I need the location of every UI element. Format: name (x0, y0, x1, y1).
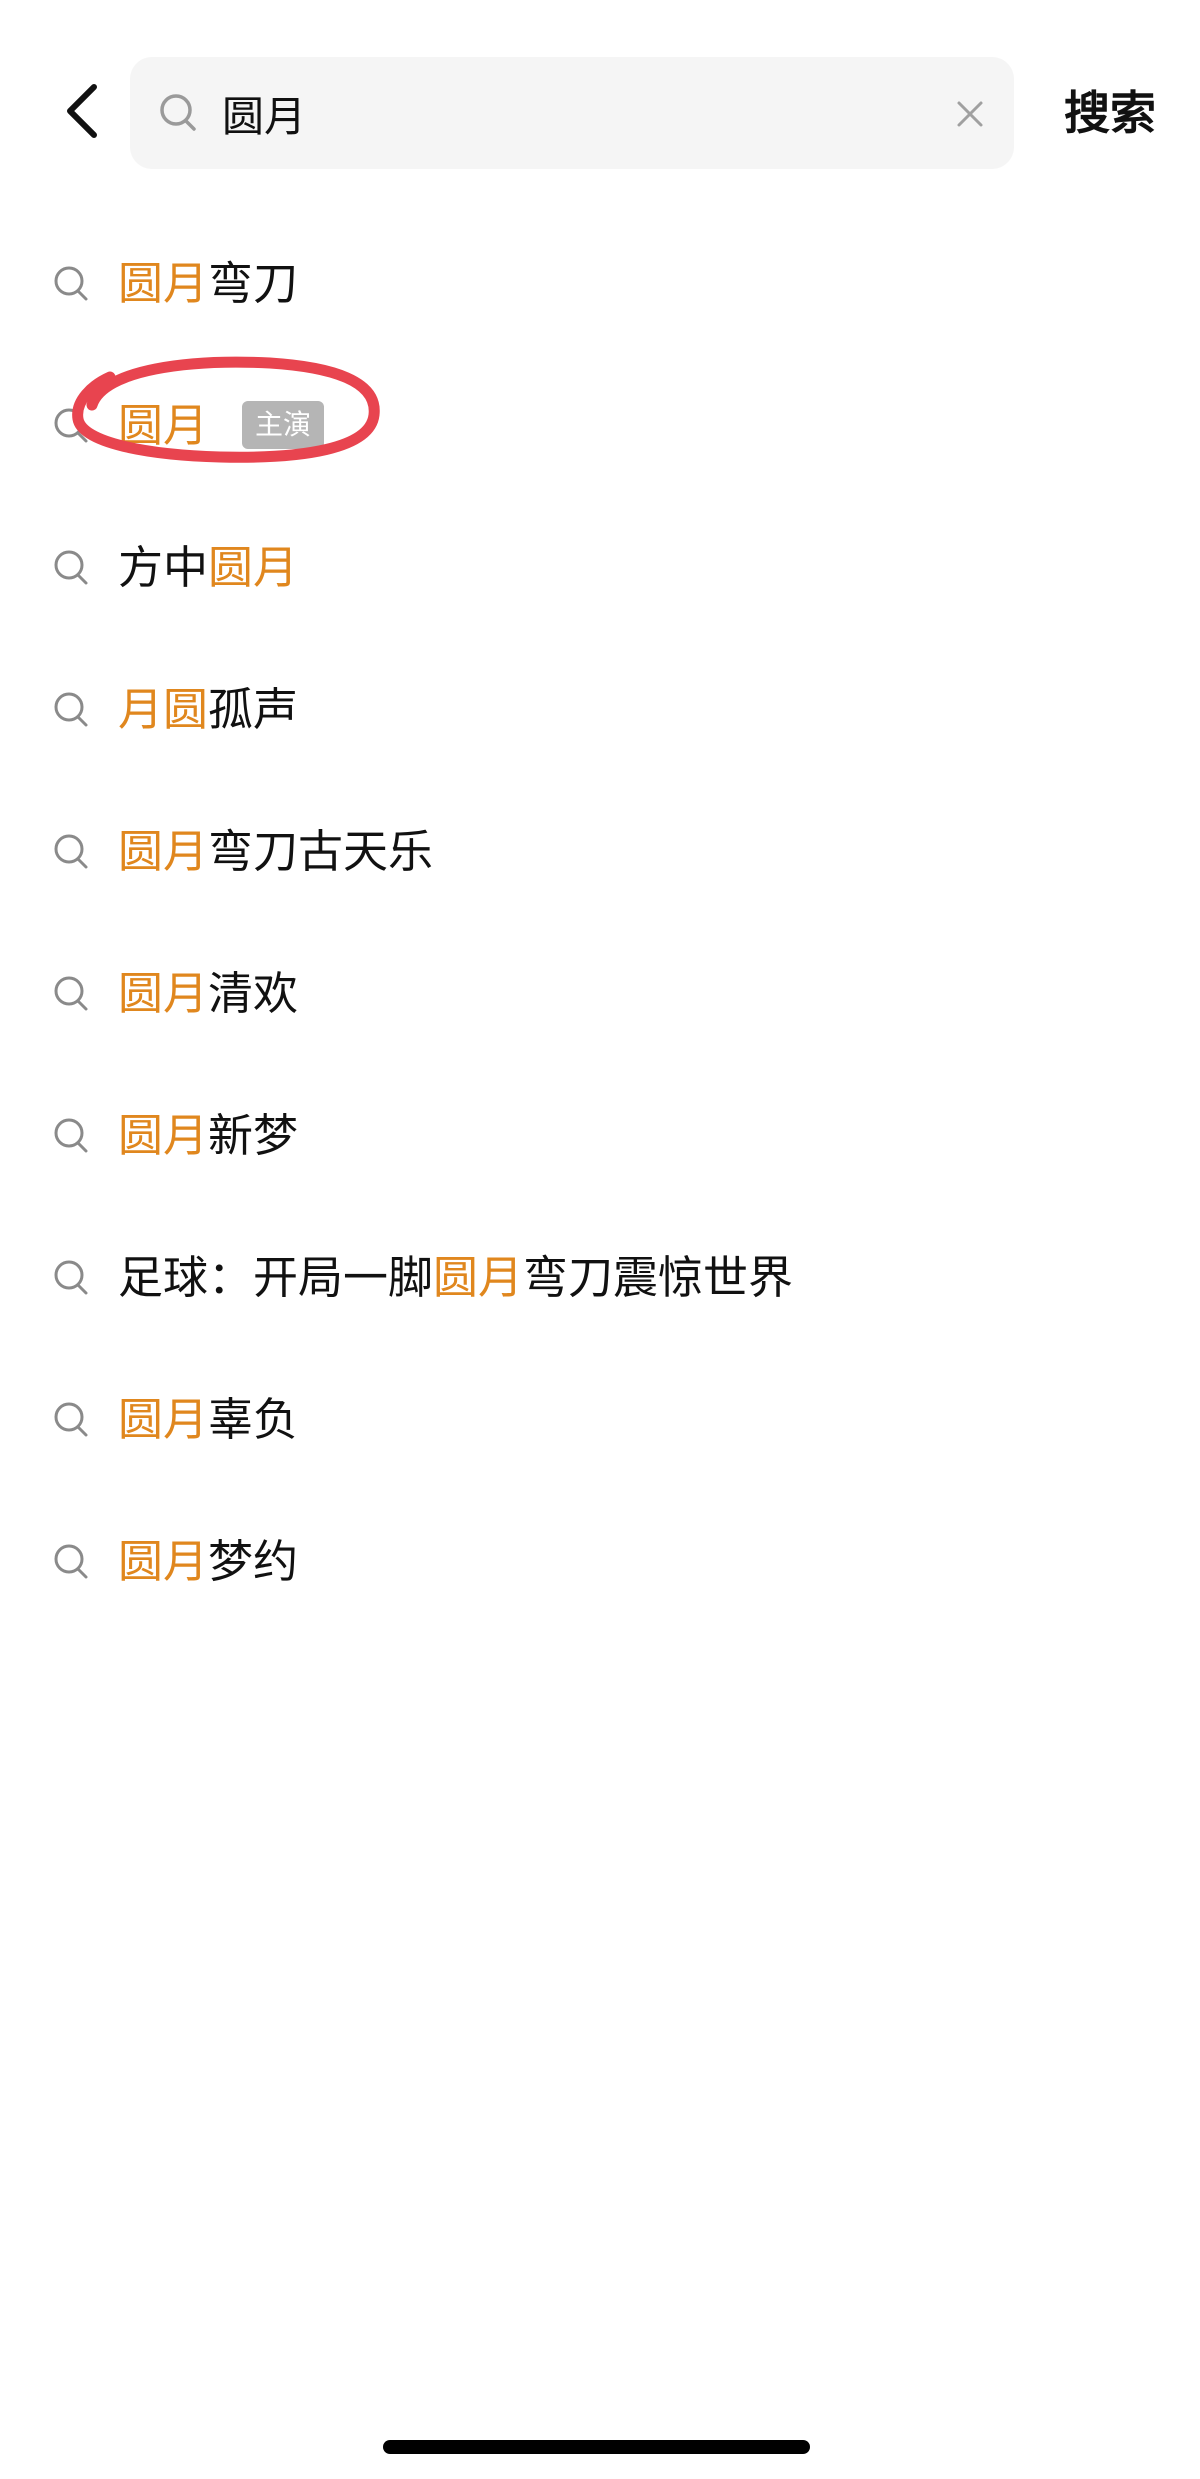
role-tag-badge: 主演 (242, 401, 325, 449)
suggestion-item[interactable]: 足球：开局一脚圆月弯刀震惊世界 (0, 1207, 1200, 1349)
search-icon (54, 266, 88, 301)
search-icon (54, 834, 88, 869)
suggestion-label: 方中圆月 (118, 497, 298, 639)
suggestion-label: 圆月弯刀 (118, 213, 298, 355)
suggestion-label: 圆月梦约 (118, 1491, 298, 1633)
highlighted-match: 月圆 (118, 683, 209, 736)
suggestion-text: 足球：开局一脚 (118, 1251, 434, 1304)
highlighted-match: 圆月 (118, 825, 209, 878)
highlighted-match: 圆月 (433, 1251, 524, 1304)
suggestion-label: 圆月清欢 (118, 923, 298, 1065)
suggestion-text: 梦约 (208, 1535, 299, 1588)
search-icon (54, 1544, 88, 1579)
suggestion-label: 圆月 主演 (118, 355, 325, 497)
highlighted-match: 圆月 (118, 1393, 209, 1446)
search-icon (54, 1260, 88, 1295)
suggestion-item[interactable]: 圆月弯刀古天乐 (0, 781, 1200, 923)
suggestion-item[interactable]: 方中圆月 (0, 497, 1200, 639)
suggestion-label: 圆月弯刀古天乐 (118, 781, 433, 923)
highlighted-match: 圆月 (208, 541, 299, 594)
suggestion-item[interactable]: 圆月梦约 (0, 1491, 1200, 1633)
search-icon (160, 94, 196, 131)
suggestion-label: 月圆孤声 (118, 639, 298, 781)
home-indicator (383, 2440, 810, 2454)
search-icon (54, 1118, 88, 1153)
suggestion-label: 圆月辜负 (118, 1349, 298, 1491)
suggestion-text: 弯刀古天乐 (208, 825, 434, 878)
suggestion-item[interactable]: 圆月清欢 (0, 923, 1200, 1065)
highlighted-match: 圆月 (118, 967, 209, 1020)
suggestion-text: 新梦 (208, 1109, 299, 1162)
search-icon (54, 976, 88, 1011)
highlighted-match: 圆月 (118, 257, 209, 310)
highlighted-match: 圆月 (118, 399, 209, 452)
search-icon (54, 692, 88, 727)
search-icon (54, 550, 88, 585)
suggestion-list: 圆月弯刀 圆月 主演 方中圆月 月圆孤声 圆月弯刀古天乐 圆月清欢 圆月新梦 足球：开局一脚圆月… (0, 213, 1200, 1633)
search-box[interactable] (130, 57, 1014, 169)
search-header: 搜索 (0, 0, 1200, 180)
suggestion-item[interactable]: 圆月新梦 (0, 1065, 1200, 1207)
back-chevron-icon (67, 84, 97, 138)
suggestion-text: 弯刀震惊世界 (523, 1251, 794, 1304)
suggestion-item[interactable]: 圆月 主演 (0, 355, 1200, 497)
suggestion-item[interactable]: 月圆孤声 (0, 639, 1200, 781)
search-icon (54, 1402, 88, 1437)
search-input[interactable] (210, 79, 902, 147)
suggestion-label: 圆月新梦 (118, 1065, 298, 1207)
suggestion-item[interactable]: 圆月辜负 (0, 1349, 1200, 1491)
highlighted-match: 圆月 (118, 1109, 209, 1162)
search-icon (54, 408, 88, 443)
back-button[interactable] (50, 76, 114, 146)
close-icon (957, 101, 983, 127)
suggestion-text: 辜负 (208, 1393, 299, 1446)
suggestion-text: 清欢 (208, 967, 299, 1020)
search-submit-button[interactable]: 搜索 (1040, 78, 1180, 148)
suggestion-label: 足球：开局一脚圆月弯刀震惊世界 (118, 1207, 793, 1349)
suggestion-text: 孤声 (208, 683, 299, 736)
clear-search-button[interactable] (948, 92, 992, 136)
suggestion-text: 方中 (118, 541, 209, 594)
suggestion-item[interactable]: 圆月弯刀 (0, 213, 1200, 355)
highlighted-match: 圆月 (118, 1535, 209, 1588)
suggestion-text: 弯刀 (208, 257, 299, 310)
